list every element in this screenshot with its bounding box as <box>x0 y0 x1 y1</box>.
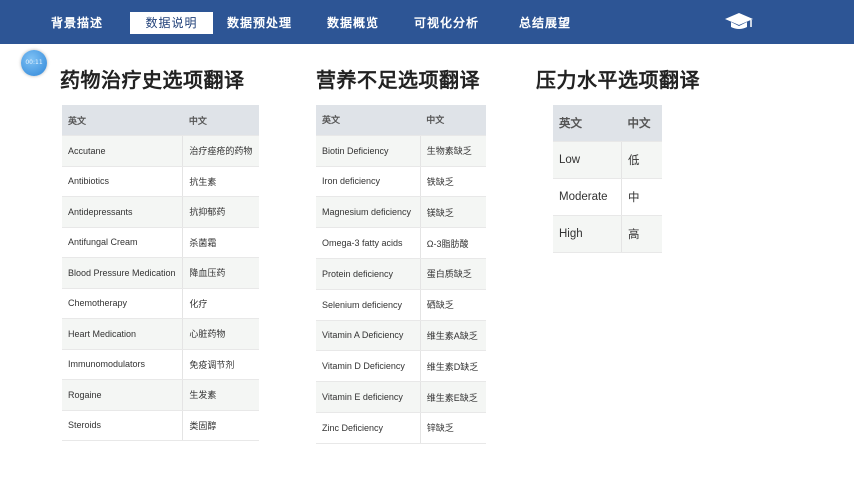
cell-english: Vitamin E deficiency <box>316 381 421 413</box>
table-row: Vitamin E deficiency 维生素E缺乏 <box>316 381 486 413</box>
table-row: Low 低 <box>553 141 662 179</box>
cell-english: Steroids <box>62 410 183 441</box>
cell-english: Iron deficiency <box>316 166 421 198</box>
table-row: Immunomodulators 免疫调节剂 <box>62 349 259 380</box>
cell-english: Magnesium deficiency <box>316 196 421 229</box>
table-row: Protein deficiency 蛋白质缺乏 <box>316 258 486 290</box>
cell-english: Antidepressants <box>62 196 183 228</box>
table-row: Accutane 治疗痤疮的药物 <box>62 135 259 167</box>
cell-chinese: 抗生素 <box>182 166 259 197</box>
header-chinese: 中文 <box>182 105 259 136</box>
table-row: Selenium deficiency 硒缺乏 <box>316 289 486 321</box>
cell-english: Chemotherapy <box>62 288 183 319</box>
top-nav-bar: 背景描述 数据说明 数据预处理 数据概览 可视化分析 总结展望 <box>0 0 854 44</box>
cell-chinese: 锌缺乏 <box>419 412 486 444</box>
cell-english: High <box>553 215 622 253</box>
cell-chinese: 杀菌霜 <box>182 227 259 258</box>
cell-english: Selenium deficiency <box>316 289 421 321</box>
table-header-row: 英文 中文 <box>62 105 259 136</box>
cell-chinese: 心脏药物 <box>182 318 259 350</box>
section-title-stress: 压力水平选项翻译 <box>536 68 700 92</box>
stress-table: 英文 中文 Low 低 Moderate 中 High 高 <box>553 105 662 253</box>
header-chinese: 中文 <box>621 105 662 142</box>
graduation-cap-icon <box>725 13 753 29</box>
nutrition-table: 英文 中文 Biotin Deficiency 生物素缺乏 Iron deficienc… <box>316 105 486 444</box>
table-row: Omega-3 fatty acids Ω-3脂肪酸 <box>316 227 486 259</box>
cell-chinese: 低 <box>621 141 662 179</box>
section-title-nutrition: 营养不足选项翻译 <box>316 68 480 92</box>
cell-english: Antibiotics <box>62 166 183 197</box>
cell-chinese: 抗抑郁药 <box>182 196 259 228</box>
table-row: Antibiotics 抗生素 <box>62 166 259 197</box>
header-chinese: 中文 <box>420 105 486 136</box>
cell-chinese: 维生素D缺乏 <box>419 350 486 383</box>
nav-tab-data-description[interactable]: 数据说明 <box>130 12 213 34</box>
nav-tab-overview[interactable]: 数据概览 <box>327 13 387 33</box>
cell-english: Biotin Deficiency <box>316 135 421 167</box>
cell-chinese: 维生素E缺乏 <box>419 381 486 413</box>
nav-tab-preprocessing[interactable]: 数据预处理 <box>227 13 299 33</box>
cell-chinese: 类固醇 <box>182 410 259 441</box>
cell-chinese: 中 <box>621 178 662 216</box>
cell-english: Zinc Deficiency <box>316 412 421 444</box>
cell-english: Accutane <box>62 135 183 167</box>
cell-english: Immunomodulators <box>62 349 183 380</box>
table-row: Blood Pressure Medication 降血压药 <box>62 257 259 289</box>
table-row: Iron deficiency 铁缺乏 <box>316 166 486 198</box>
cell-chinese: 生发素 <box>182 379 259 411</box>
cell-english: Antifungal Cream <box>62 227 183 258</box>
table-row: Rogaine 生发素 <box>62 379 259 411</box>
table-row: Chemotherapy 化疗 <box>62 288 259 319</box>
medication-table: 英文 中文 Accutane 治疗痤疮的药物 Antibiotics 抗生素 Antidep… <box>62 105 259 441</box>
cell-chinese: 铁缺乏 <box>419 166 486 198</box>
cell-chinese: 免疫调节剂 <box>182 349 259 380</box>
cell-chinese: 蛋白质缺乏 <box>419 258 486 290</box>
table-row: Vitamin A Deficiency 维生素A缺乏 <box>316 320 486 352</box>
cell-english: Rogaine <box>62 379 183 411</box>
table-row: Vitamin D Deficiency 维生素D缺乏 <box>316 350 486 383</box>
header-english: 英文 <box>316 105 421 136</box>
cell-chinese: Ω-3脂肪酸 <box>419 227 486 259</box>
cell-english: Heart Medication <box>62 318 183 350</box>
timer-badge: 00:11 <box>21 50 47 76</box>
nav-tab-background[interactable]: 背景描述 <box>51 13 111 33</box>
cell-chinese: 化疗 <box>182 288 259 319</box>
cell-chinese: 高 <box>621 215 662 253</box>
cell-chinese: 镁缺乏 <box>419 196 486 229</box>
cell-english: Omega-3 fatty acids <box>316 227 421 259</box>
table-row: Steroids 类固醇 <box>62 410 259 441</box>
table-row: Moderate 中 <box>553 178 662 216</box>
cell-chinese: 降血压药 <box>182 257 259 289</box>
table-row: Biotin Deficiency 生物素缺乏 <box>316 135 486 167</box>
cell-chinese: 维生素A缺乏 <box>419 320 486 352</box>
cell-english: Vitamin A Deficiency <box>316 320 421 352</box>
header-english: 英文 <box>553 105 622 142</box>
cell-english: Protein deficiency <box>316 258 421 290</box>
table-row: Magnesium deficiency 镁缺乏 <box>316 196 486 229</box>
cell-chinese: 硒缺乏 <box>419 289 486 321</box>
table-row: Antidepressants 抗抑郁药 <box>62 196 259 228</box>
table-row: High 高 <box>553 215 662 253</box>
table-header-row: 英文 中文 <box>316 105 486 136</box>
section-title-medication: 药物治疗史选项翻译 <box>60 68 245 92</box>
cell-english: Moderate <box>553 178 622 216</box>
cell-english: Blood Pressure Medication <box>62 257 183 289</box>
nav-tab-visual-analysis[interactable]: 可视化分析 <box>414 13 486 33</box>
cell-chinese: 生物素缺乏 <box>419 135 486 167</box>
table-header-row: 英文 中文 <box>553 105 662 142</box>
cell-english: Low <box>553 141 622 179</box>
nav-tab-summary[interactable]: 总结展望 <box>519 13 579 33</box>
table-row: Zinc Deficiency 锌缺乏 <box>316 412 486 444</box>
table-row: Heart Medication 心脏药物 <box>62 318 259 350</box>
header-english: 英文 <box>62 105 183 136</box>
cell-chinese: 治疗痤疮的药物 <box>182 135 259 167</box>
cell-english: Vitamin D Deficiency <box>316 350 421 383</box>
table-row: Antifungal Cream 杀菌霜 <box>62 227 259 258</box>
